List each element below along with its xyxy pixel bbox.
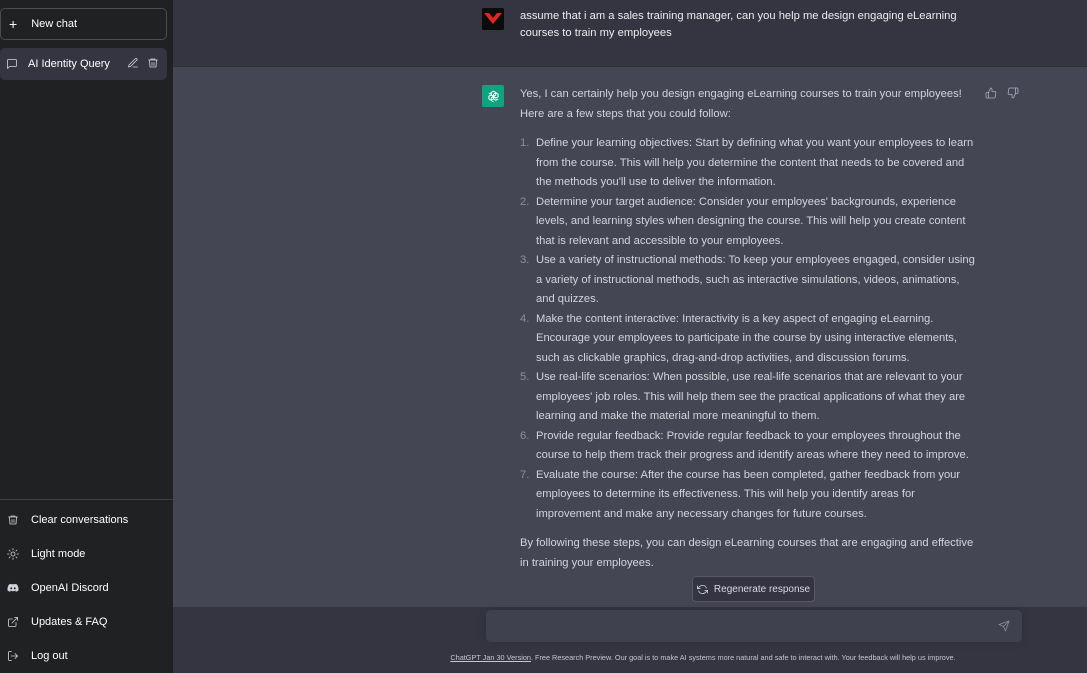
user-message-row: assume that i am a sales training manage… xyxy=(173,0,1087,67)
assistant-outro: By following these steps, you can design… xyxy=(520,537,974,569)
list-item: 5. Use real-life scenarios: When possible… xyxy=(520,371,966,422)
chat-main: assume that i am a sales training manage… xyxy=(173,0,1087,673)
list-item: 2. Determine your target audience: Consid… xyxy=(520,195,966,247)
thumbs-up-icon[interactable] xyxy=(985,87,997,102)
openai-logo-icon xyxy=(487,90,499,102)
message-input-container xyxy=(486,610,1022,642)
regenerate-response-button[interactable]: Regenerate response xyxy=(692,576,815,602)
light-mode-label: Light mode xyxy=(31,548,86,560)
list-item: 7. Evaluate the course: After the course … xyxy=(520,468,961,520)
sidebar: + New chat AI Identity Query Clear conve… xyxy=(0,0,173,673)
plus-icon: + xyxy=(9,16,18,32)
clear-conversations-label: Clear conversations xyxy=(31,514,129,526)
new-chat-label: New chat xyxy=(31,18,78,30)
list-item: 4. Make the content interactive: Interact… xyxy=(520,312,958,364)
new-chat-button[interactable]: + New chat xyxy=(0,8,167,40)
assistant-message-text: Yes, I can certainly help you design eng… xyxy=(520,85,980,583)
history-item-title: AI Identity Query xyxy=(28,58,110,70)
log-out-label: Log out xyxy=(31,650,68,662)
openai-discord-label: OpenAI Discord xyxy=(31,582,109,594)
updates-faq-link[interactable]: Updates & FAQ xyxy=(0,605,173,639)
user-message-text: assume that i am a sales training manage… xyxy=(520,10,957,39)
footer-disclaimer: . Free Research Preview. Our goal is to … xyxy=(530,653,956,662)
trash-icon[interactable] xyxy=(147,57,159,72)
message-input[interactable] xyxy=(486,610,986,642)
list-item: 1. Define your learning objectives: Start… xyxy=(520,137,974,188)
user-avatar-logo-icon xyxy=(482,8,504,30)
discord-icon xyxy=(6,582,20,594)
logout-icon xyxy=(6,650,20,662)
regenerate-label: Regenerate response xyxy=(713,583,811,595)
footer-note: ChatGPT Jan 30 Version. Free Research Pr… xyxy=(173,653,1087,662)
openai-discord-link[interactable]: OpenAI Discord xyxy=(0,571,173,605)
version-link[interactable]: ChatGPT Jan 30 Version xyxy=(450,653,531,662)
light-mode-button[interactable]: Light mode xyxy=(0,537,173,571)
updates-faq-label: Updates & FAQ xyxy=(31,616,108,628)
sidebar-bottom-menu: Clear conversations Light mode OpenAI Di… xyxy=(0,499,173,673)
user-avatar xyxy=(482,8,504,30)
chat-bubble-icon xyxy=(6,58,18,70)
clear-conversations-button[interactable]: Clear conversations xyxy=(0,503,173,537)
list-item: 3. Use a variety of instructional methods… xyxy=(520,254,975,305)
chatgpt-avatar xyxy=(482,85,504,107)
send-icon[interactable] xyxy=(998,620,1010,635)
refresh-icon xyxy=(696,584,708,594)
edit-icon[interactable] xyxy=(127,57,139,72)
external-link-icon xyxy=(6,616,20,628)
list-item: 6. Provide regular feedback: Provide regu… xyxy=(520,429,969,462)
assistant-message-row: Yes, I can certainly help you design eng… xyxy=(173,67,1087,607)
feedback-buttons xyxy=(985,87,1019,102)
history-item[interactable]: AI Identity Query xyxy=(0,48,167,80)
sun-icon xyxy=(6,548,20,560)
composer-area: ChatGPT Jan 30 Version. Free Research Pr… xyxy=(173,607,1087,673)
thumbs-down-icon[interactable] xyxy=(1007,87,1019,102)
assistant-intro: Yes, I can certainly help you design eng… xyxy=(520,88,962,120)
steps-list: 1. Define your learning objectives: Start… xyxy=(520,134,980,524)
log-out-button[interactable]: Log out xyxy=(0,639,173,673)
trash-icon xyxy=(6,514,20,526)
